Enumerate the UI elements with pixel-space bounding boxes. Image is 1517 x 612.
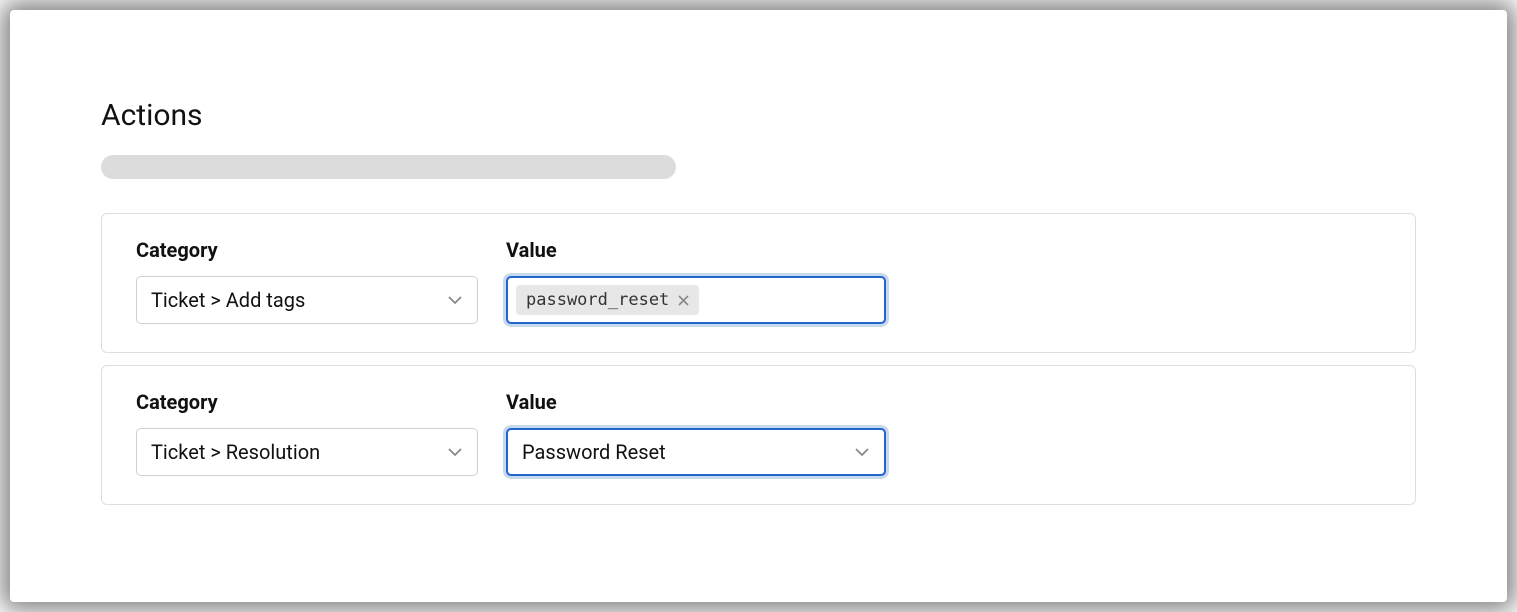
value-select-value: Password Reset — [522, 440, 666, 464]
value-label: Value — [506, 390, 886, 414]
value-label: Value — [506, 238, 886, 262]
category-label: Category — [136, 390, 478, 414]
chevron-down-icon — [447, 444, 463, 460]
action-row: Category Ticket > Add tags Value passwor… — [101, 213, 1416, 353]
section-title: Actions — [101, 98, 1416, 133]
category-select[interactable]: Ticket > Resolution — [136, 428, 478, 476]
tag-text: password_reset — [526, 290, 669, 310]
category-field-group: Category Ticket > Add tags — [136, 238, 478, 324]
value-select[interactable]: Password Reset — [506, 428, 886, 476]
value-field-group: Value Password Reset — [506, 390, 886, 476]
tag-chip: password_reset — [516, 285, 699, 315]
category-field-group: Category Ticket > Resolution — [136, 390, 478, 476]
tag-remove-button[interactable] — [675, 292, 691, 308]
chevron-down-icon — [854, 444, 870, 460]
description-placeholder — [101, 155, 676, 179]
category-select-value: Ticket > Resolution — [151, 440, 320, 464]
chevron-down-icon — [447, 292, 463, 308]
tag-input[interactable]: password_reset — [506, 276, 886, 324]
category-select[interactable]: Ticket > Add tags — [136, 276, 478, 324]
action-row: Category Ticket > Resolution Value Passw… — [101, 365, 1416, 505]
category-label: Category — [136, 238, 478, 262]
value-field-group: Value password_reset — [506, 238, 886, 324]
category-select-value: Ticket > Add tags — [151, 288, 305, 312]
